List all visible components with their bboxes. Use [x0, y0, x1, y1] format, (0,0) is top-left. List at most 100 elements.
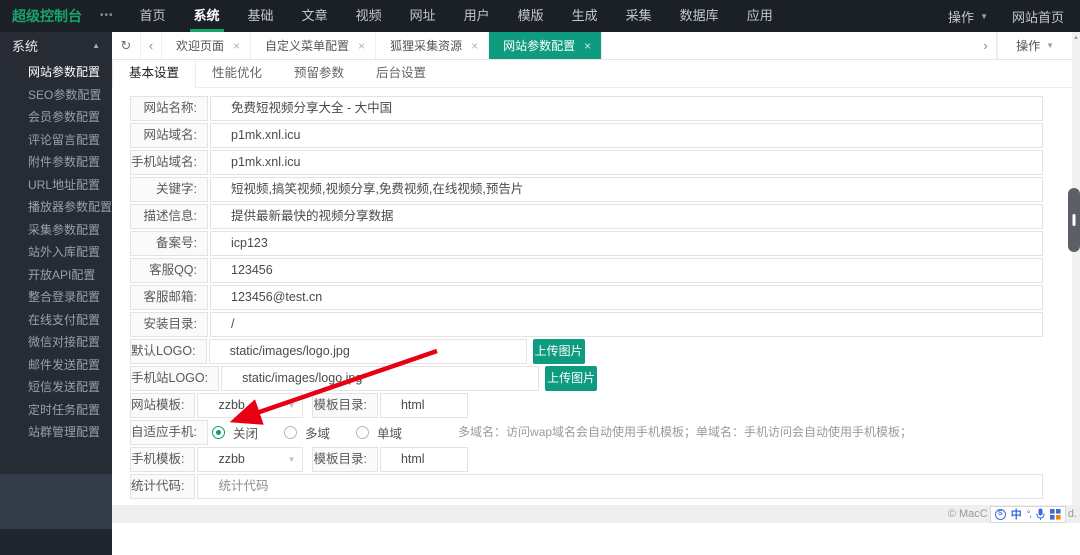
tab-actions-label: 操作: [1016, 37, 1040, 54]
radio-icon: [284, 426, 297, 439]
sidebar-item-评论留言配置[interactable]: 评论留言配置: [0, 129, 112, 152]
text-input[interactable]: html: [380, 393, 468, 418]
template-select[interactable]: zzbb▼: [197, 447, 303, 472]
copyright-text-left: © MacC: [948, 508, 988, 520]
sidebar-item-整合登录配置[interactable]: 整合登录配置: [0, 286, 112, 309]
nav-item-文章[interactable]: 文章: [288, 0, 342, 32]
ime-toolbar: S 中 °,: [990, 506, 1066, 523]
nav-item-数据库[interactable]: 数据库: [666, 0, 733, 32]
nav-item-首页[interactable]: 首页: [126, 0, 180, 32]
form-row: 备案号:icp123: [130, 231, 1043, 256]
tab-欢迎页面[interactable]: 欢迎页面×: [162, 32, 251, 59]
vertical-scrollbar-track[interactable]: ▲: [1072, 32, 1080, 505]
sidebar-item-开放API配置[interactable]: 开放API配置: [0, 264, 112, 287]
ime-punctuation-icon[interactable]: °,: [1027, 509, 1031, 519]
text-input[interactable]: html: [380, 447, 468, 472]
sidebar-item-URL地址配置[interactable]: URL地址配置: [0, 174, 112, 197]
tab-网站参数配置[interactable]: 网站参数配置 ×: [489, 32, 602, 59]
tabs-scroll-right-icon[interactable]: ›: [975, 32, 997, 59]
sidebar-item-短信发送配置[interactable]: 短信发送配置: [0, 376, 112, 399]
sidebar-item-SEO参数配置[interactable]: SEO参数配置: [0, 84, 112, 107]
ime-logo-icon[interactable]: S: [995, 509, 1006, 520]
navbar-actions-label: 操作: [948, 7, 974, 26]
radio-option-单域[interactable]: 单域: [356, 423, 402, 442]
app-logo: 超级控制台: [0, 0, 88, 32]
close-icon[interactable]: ×: [584, 40, 591, 52]
nav-item-系统[interactable]: 系统: [180, 0, 234, 32]
nav-item-用户[interactable]: 用户: [450, 0, 504, 32]
microphone-icon[interactable]: [1036, 508, 1045, 520]
form-row: 网站名称:免费短视频分享大全 - 大中国: [130, 96, 1043, 121]
text-input[interactable]: 123456: [210, 258, 1043, 283]
upload-image-button[interactable]: 上传图片: [533, 339, 585, 364]
text-input[interactable]: p1mk.xnl.icu: [210, 123, 1043, 148]
text-input[interactable]: 123456@test.cn: [210, 285, 1043, 310]
settings-tab-预留参数[interactable]: 预留参数: [278, 60, 360, 87]
sidebar-item-网站参数配置[interactable]: 网站参数配置: [0, 61, 112, 84]
text-input[interactable]: /: [210, 312, 1043, 337]
nav-item-视频[interactable]: 视频: [342, 0, 396, 32]
field-label: 备案号:: [130, 231, 208, 256]
field-label: 安装目录:: [130, 312, 208, 337]
field-label: 客服QQ:: [130, 258, 208, 283]
sidebar-item-附件参数配置[interactable]: 附件参数配置: [0, 151, 112, 174]
site-home-link[interactable]: 网站首页: [1012, 7, 1064, 26]
nav-item-采集[interactable]: 采集: [612, 0, 666, 32]
close-icon[interactable]: ×: [233, 40, 240, 52]
ime-language-toggle[interactable]: 中: [1011, 506, 1022, 522]
sidebar-item-会员参数配置[interactable]: 会员参数配置: [0, 106, 112, 129]
sidebar-group-header[interactable]: 系统 ▲: [0, 32, 112, 58]
sidebar-item-站外入库配置[interactable]: 站外入库配置: [0, 241, 112, 264]
sidebar-item-定时任务配置[interactable]: 定时任务配置: [0, 399, 112, 422]
vertical-scrollbar-thumb[interactable]: [1068, 188, 1080, 252]
upload-image-button[interactable]: 上传图片: [545, 366, 597, 391]
textarea-input[interactable]: 统计代码: [197, 474, 1043, 499]
sidebar-item-站群管理配置[interactable]: 站群管理配置: [0, 421, 112, 444]
text-input[interactable]: static/images/logo.jpg: [209, 339, 527, 364]
field-label: 统计代码:: [130, 474, 195, 499]
form-row: 手机站LOGO:static/images/logo.jpg上传图片: [130, 366, 1043, 391]
field-label: 描述信息:: [130, 204, 208, 229]
menu-collapse-icon[interactable]: •••: [88, 0, 126, 32]
main-content: 基本设置性能优化预留参数后台设置 网站名称:免费短视频分享大全 - 大中国网站域…: [112, 60, 1072, 505]
sidebar-item-邮件发送配置[interactable]: 邮件发送配置: [0, 354, 112, 377]
close-icon[interactable]: ×: [358, 40, 365, 52]
tab-actions-dropdown[interactable]: 操作 ▼: [997, 32, 1072, 59]
nav-item-应用[interactable]: 应用: [733, 0, 787, 32]
tab-自定义菜单配置[interactable]: 自定义菜单配置×: [251, 32, 376, 59]
tabs-scroll-left-icon[interactable]: ‹: [140, 32, 162, 59]
nav-item-基础[interactable]: 基础: [234, 0, 288, 32]
settings-tab-基本设置[interactable]: 基本设置: [112, 60, 196, 88]
template-select[interactable]: zzbb▼: [197, 393, 303, 418]
form-row: 客服QQ:123456: [130, 258, 1043, 283]
radio-option-多域[interactable]: 多域: [284, 423, 330, 442]
form-row: 网站域名:p1mk.xnl.icu: [130, 123, 1043, 148]
sidebar-menu: 网站参数配置SEO参数配置会员参数配置评论留言配置附件参数配置URL地址配置播放…: [0, 58, 112, 444]
navbar-actions-dropdown[interactable]: 操作 ▼: [948, 7, 988, 26]
settings-tab-后台设置[interactable]: 后台设置: [360, 60, 442, 87]
sidebar-item-播放器参数配置[interactable]: 播放器参数配置: [0, 196, 112, 219]
sidebar-item-在线支付配置[interactable]: 在线支付配置: [0, 309, 112, 332]
sidebar-item-采集参数配置[interactable]: 采集参数配置: [0, 219, 112, 242]
tab-strip-right: › 操作 ▼: [975, 32, 1072, 59]
chevron-down-icon: ▼: [288, 394, 296, 417]
tab-狐狸采集资源[interactable]: 狐狸采集资源×: [376, 32, 489, 59]
text-input[interactable]: p1mk.xnl.icu: [210, 150, 1043, 175]
text-input[interactable]: 短视频,搞笑视频,视频分享,免费视频,在线视频,预告片: [210, 177, 1043, 202]
sidebar-item-微信对接配置[interactable]: 微信对接配置: [0, 331, 112, 354]
nav-item-生成[interactable]: 生成: [558, 0, 612, 32]
tab-label: 网站参数配置: [503, 37, 575, 54]
settings-tab-性能优化[interactable]: 性能优化: [196, 60, 278, 87]
refresh-icon[interactable]: ↻: [112, 32, 140, 59]
scrollbar-up-icon[interactable]: ▲: [1072, 35, 1080, 41]
radio-icon: [356, 426, 369, 439]
nav-item-模版[interactable]: 模版: [504, 0, 558, 32]
text-input[interactable]: icp123: [210, 231, 1043, 256]
text-input[interactable]: static/images/logo.jpg: [221, 366, 539, 391]
nav-item-网址[interactable]: 网址: [396, 0, 450, 32]
close-icon[interactable]: ×: [471, 40, 478, 52]
text-input[interactable]: 提供最新最快的视频分享数据: [210, 204, 1043, 229]
radio-option-关闭[interactable]: 关闭: [212, 423, 258, 442]
ime-grid-icon[interactable]: [1050, 509, 1061, 520]
text-input[interactable]: 免费短视频分享大全 - 大中国: [210, 96, 1043, 121]
